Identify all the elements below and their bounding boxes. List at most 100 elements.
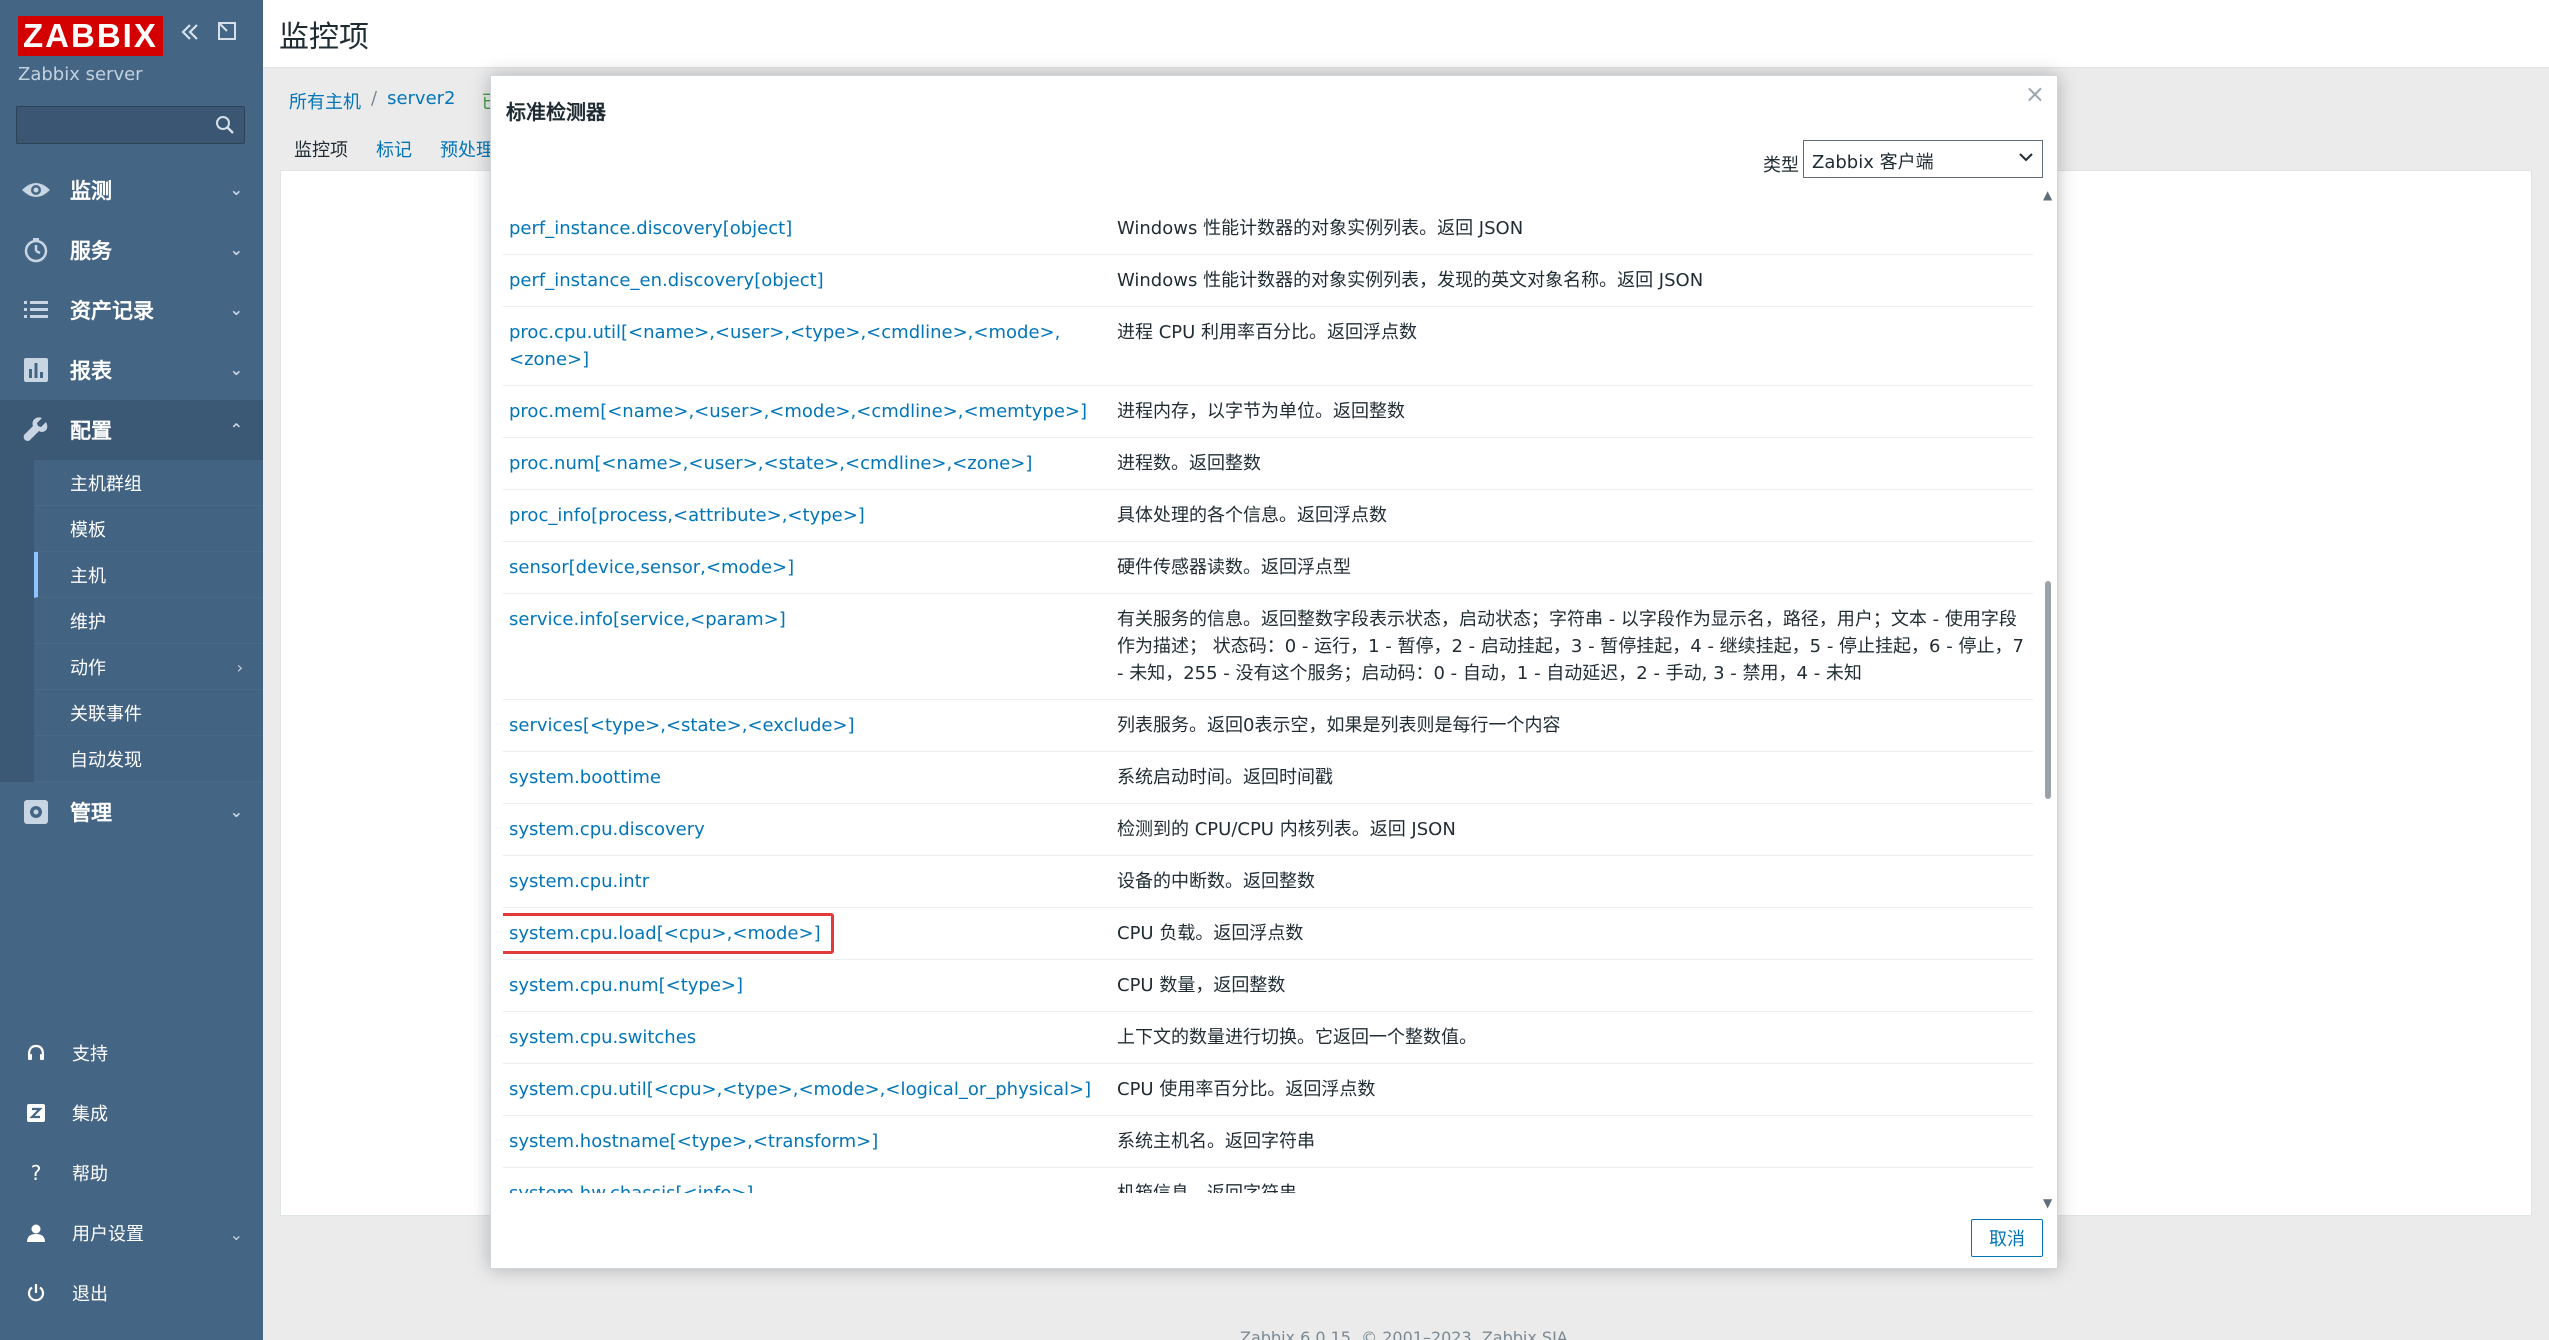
item-key-link[interactable]: services[<type>,<state>,<exclude>] bbox=[503, 699, 1111, 752]
table-row: system.cpu.num[<type>] CPU 数量，返回整数 bbox=[503, 959, 2033, 1012]
nav-item-inventory[interactable]: 资产记录 ⌄ bbox=[0, 280, 263, 340]
item-key-text[interactable]: perf_instance_en.discovery[object] bbox=[509, 270, 824, 291]
cancel-button[interactable]: 取消 bbox=[1971, 1219, 2043, 1257]
item-key-link[interactable]: perf_instance.discovery[object] bbox=[503, 203, 1111, 255]
sidebar-item-host-groups[interactable]: 主机群组 bbox=[34, 460, 263, 506]
collapse-sidebar-icon[interactable] bbox=[178, 20, 202, 50]
nav-item-reports[interactable]: 报表 ⌄ bbox=[0, 340, 263, 400]
item-key-text[interactable]: system.hw.chassis[<info>] bbox=[509, 1183, 753, 1193]
item-key-text[interactable]: system.boottime bbox=[509, 767, 661, 788]
item-key-text[interactable]: system.cpu.switches bbox=[509, 1027, 696, 1048]
item-key-text[interactable]: system.hostname[<type>,<transform>] bbox=[509, 1131, 878, 1152]
item-key-link[interactable]: proc.cpu.util[<name>,<user>,<type>,<cmdl… bbox=[503, 306, 1111, 386]
sidebar-item-templates[interactable]: 模板 bbox=[34, 506, 263, 552]
nav-item-monitoring[interactable]: 监测 ⌄ bbox=[0, 160, 263, 220]
server-name: Zabbix server bbox=[18, 64, 143, 85]
item-description: CPU 数量，返回整数 bbox=[1111, 959, 2033, 1012]
item-key-text[interactable]: service.info[service,<param>] bbox=[509, 609, 786, 630]
wrench-icon bbox=[20, 414, 52, 446]
configuration-submenu: 主机群组 模板 主机 维护 动作 › 关联事件 自动发现 bbox=[0, 460, 263, 782]
sidebar-item-help[interactable]: ? 帮助 bbox=[0, 1143, 263, 1203]
item-key-link[interactable]: system.cpu.discovery bbox=[503, 803, 1111, 856]
sidebar-item-hosts[interactable]: 主机 bbox=[34, 552, 263, 598]
zabbix-logo[interactable]: ZABBIX bbox=[18, 16, 163, 56]
sidebar-item-label: 支持 bbox=[72, 1044, 108, 1065]
table-row: perf_instance.discovery[object] Windows 性… bbox=[503, 203, 2033, 255]
table-row: system.cpu.discovery 检测到的 CPU/CPU 内核列表。返回… bbox=[503, 803, 2033, 856]
zabbix-z-icon bbox=[24, 1103, 48, 1123]
item-key-link[interactable]: system.cpu.num[<type>] bbox=[503, 959, 1111, 1012]
item-key-link[interactable]: system.hostname[<type>,<transform>] bbox=[503, 1115, 1111, 1168]
nav-label: 监测 bbox=[70, 179, 112, 203]
standard-items-dialog: 标准检测器 × 类型 Zabbix 客户端 perf_instance.disc… bbox=[490, 75, 2058, 1269]
item-key-text[interactable]: system.cpu.num[<type>] bbox=[509, 975, 743, 996]
sidebar-item-maintenance[interactable]: 维护 bbox=[34, 598, 263, 644]
item-description: 进程内存，以字节为单位。返回整数 bbox=[1111, 385, 2033, 438]
nav-item-configuration[interactable]: 配置 ⌃ bbox=[0, 400, 263, 460]
item-description: Windows 性能计数器的对象实例列表。返回 JSON bbox=[1111, 203, 2033, 255]
item-key-text[interactable]: sensor[device,sensor,<mode>] bbox=[509, 557, 794, 578]
sidebar-item-support[interactable]: 支持 bbox=[0, 1023, 263, 1083]
item-key-text[interactable]: perf_instance.discovery[object] bbox=[509, 218, 792, 239]
item-key-text[interactable]: services[<type>,<state>,<exclude>] bbox=[509, 715, 855, 736]
item-description: 硬件传感器读数。返回浮点型 bbox=[1111, 541, 2033, 594]
item-key-link[interactable]: proc.mem[<name>,<user>,<mode>,<cmdline>,… bbox=[503, 385, 1111, 438]
search-input[interactable] bbox=[16, 106, 245, 144]
bottom-nav: 支持 集成 ? 帮助 用户设置 ⌄ 退出 bbox=[0, 1023, 263, 1323]
type-select[interactable]: Zabbix 客户端 bbox=[1803, 140, 2043, 178]
main-nav: 监测 ⌄ 服务 ⌄ 资产记录 ⌄ 报表 ⌄ 配置 ⌃ 主机群组 模板 主机 维护 bbox=[0, 160, 263, 842]
nav-item-services[interactable]: 服务 ⌄ bbox=[0, 220, 263, 280]
item-description: 设备的中断数。返回整数 bbox=[1111, 855, 2033, 908]
sidebar-item-integrations[interactable]: 集成 bbox=[0, 1083, 263, 1143]
user-icon bbox=[24, 1223, 48, 1243]
sidebar-item-label: 用户设置 bbox=[72, 1224, 144, 1245]
sidebar-item-sign-out[interactable]: 退出 bbox=[0, 1263, 263, 1323]
item-description: CPU 负载。返回浮点数 bbox=[1111, 907, 2033, 960]
table-row: services[<type>,<state>,<exclude>] 列表服务。返… bbox=[503, 699, 2033, 752]
sidebar-item-actions[interactable]: 动作 › bbox=[34, 644, 263, 690]
scroll-thumb[interactable] bbox=[2045, 581, 2051, 799]
item-key-link[interactable]: proc.num[<name>,<user>,<state>,<cmdline>… bbox=[503, 437, 1111, 490]
nav-item-administration[interactable]: 管理 ⌄ bbox=[0, 782, 263, 842]
item-key-text[interactable]: proc_info[process,<attribute>,<type>] bbox=[509, 505, 865, 526]
item-description: 具体处理的各个信息。返回浮点数 bbox=[1111, 489, 2033, 542]
dialog-scrollbar[interactable]: ▲ ▼ bbox=[2043, 188, 2053, 1210]
breadcrumb-separator: / bbox=[371, 88, 378, 109]
item-key-link[interactable]: proc_info[process,<attribute>,<type>] bbox=[503, 489, 1111, 542]
sidebar-item-event-correlation[interactable]: 关联事件 bbox=[34, 690, 263, 736]
item-key-text[interactable]: proc.mem[<name>,<user>,<mode>,<cmdline>,… bbox=[509, 401, 1087, 422]
item-key-text[interactable]: system.cpu.util[<cpu>,<type>,<mode>,<log… bbox=[509, 1079, 1091, 1100]
kiosk-mode-icon[interactable] bbox=[216, 20, 238, 48]
power-icon bbox=[24, 1283, 48, 1303]
breadcrumb-host[interactable]: server2 bbox=[387, 88, 455, 114]
item-key-link[interactable]: system.cpu.load[<cpu>,<mode>] bbox=[503, 907, 1111, 960]
nav-label: 资产记录 bbox=[70, 299, 154, 323]
search-icon[interactable] bbox=[214, 114, 236, 140]
item-key-text[interactable]: system.cpu.discovery bbox=[509, 819, 705, 840]
item-key-text[interactable]: system.cpu.load[<cpu>,<mode>] bbox=[503, 913, 834, 954]
item-key-text[interactable]: proc.cpu.util[<name>,<user>,<type>,<cmdl… bbox=[509, 322, 1060, 370]
breadcrumb-all-hosts[interactable]: 所有主机 bbox=[289, 88, 361, 114]
sidebar-item-discovery[interactable]: 自动发现 bbox=[34, 736, 263, 782]
item-key-link[interactable]: system.boottime bbox=[503, 751, 1111, 804]
list-icon bbox=[20, 294, 52, 326]
sidebar-item-user-settings[interactable]: 用户设置 ⌄ bbox=[0, 1203, 263, 1263]
item-key-text[interactable]: proc.num[<name>,<user>,<state>,<cmdline>… bbox=[509, 453, 1032, 474]
table-row: system.hostname[<type>,<transform>] 系统主机名… bbox=[503, 1115, 2033, 1168]
item-key-link[interactable]: perf_instance_en.discovery[object] bbox=[503, 254, 1111, 307]
items-table-container: perf_instance.discovery[object] Windows 性… bbox=[503, 203, 2043, 1193]
item-key-text[interactable]: system.cpu.intr bbox=[509, 871, 649, 892]
item-description: 系统主机名。返回字符串 bbox=[1111, 1115, 2033, 1168]
item-key-link[interactable]: sensor[device,sensor,<mode>] bbox=[503, 541, 1111, 594]
gear-icon bbox=[20, 796, 52, 828]
close-icon[interactable]: × bbox=[2025, 80, 2045, 108]
scroll-down-icon[interactable]: ▼ bbox=[2043, 1196, 2052, 1210]
item-key-link[interactable]: system.hw.chassis[<info>] bbox=[503, 1167, 1111, 1193]
item-key-link[interactable]: system.cpu.util[<cpu>,<type>,<mode>,<log… bbox=[503, 1063, 1111, 1116]
item-description: 机箱信息。返回字符串 bbox=[1111, 1167, 2033, 1193]
item-key-link[interactable]: system.cpu.switches bbox=[503, 1011, 1111, 1064]
item-key-link[interactable]: system.cpu.intr bbox=[503, 855, 1111, 908]
item-description: Windows 性能计数器的对象实例列表，发现的英文对象名称。返回 JSON bbox=[1111, 254, 2033, 307]
logo-row: ZABBIX bbox=[18, 16, 163, 56]
item-key-link[interactable]: service.info[service,<param>] bbox=[503, 593, 1111, 700]
